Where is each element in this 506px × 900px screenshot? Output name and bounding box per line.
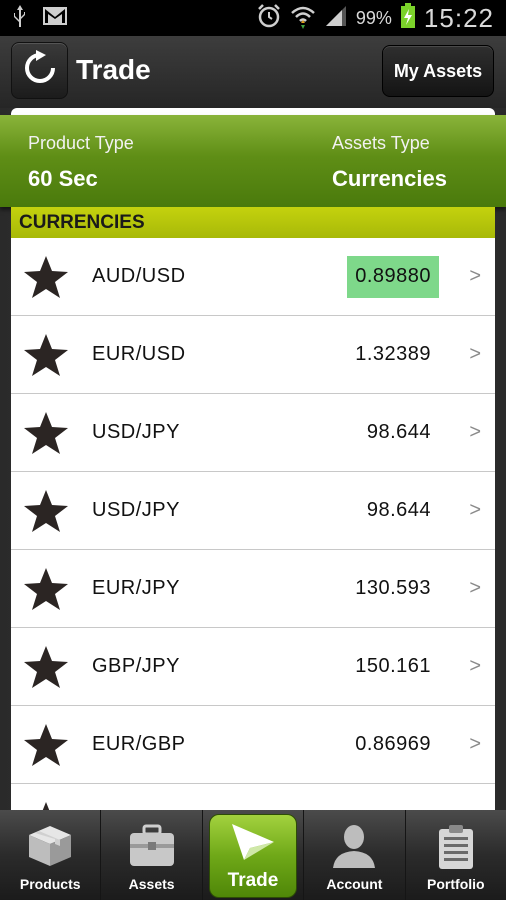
nav-label: Trade xyxy=(227,870,279,891)
paper-plane-icon xyxy=(230,822,276,867)
chevron-right-icon[interactable]: > xyxy=(469,343,481,366)
nav-label: Assets xyxy=(128,876,175,892)
refresh-button[interactable] xyxy=(11,42,68,99)
nav-products[interactable]: Products xyxy=(0,810,102,900)
asset-row[interactable]: EUR/GBP 0.86969 > xyxy=(11,706,495,784)
usb-icon xyxy=(12,4,28,33)
chevron-right-icon[interactable]: > xyxy=(469,577,481,600)
assets-type-value[interactable]: Currencies xyxy=(332,166,447,192)
app-header: Trade My Assets xyxy=(0,36,506,108)
asset-price: 0.86969 xyxy=(355,733,431,755)
chevron-right-icon[interactable]: > xyxy=(469,733,481,756)
box-icon xyxy=(27,824,73,873)
product-selector-panel: Product Type 60 Sec Assets Type Currenci… xyxy=(0,115,506,207)
star-icon[interactable] xyxy=(23,722,69,768)
status-time: 15:22 xyxy=(423,2,494,33)
asset-row[interactable]: AUD/USD 0.89880 > xyxy=(11,238,495,316)
asset-name: EUR/USD xyxy=(92,343,186,365)
chevron-right-icon[interactable]: > xyxy=(469,499,481,522)
nav-label: Portfolio xyxy=(427,876,485,892)
asset-list[interactable]: AUD/USD 0.89880 > EUR/USD 1.32389 > USD/… xyxy=(11,238,495,810)
nav-trade[interactable]: Trade xyxy=(203,810,305,900)
my-assets-button[interactable]: My Assets xyxy=(382,45,494,97)
asset-price: 0.89880 xyxy=(347,255,439,298)
product-type-value[interactable]: 60 Sec xyxy=(28,166,98,192)
star-icon[interactable] xyxy=(23,254,69,300)
chevron-right-icon[interactable]: > xyxy=(469,655,481,678)
product-type-label: Product Type xyxy=(28,133,134,153)
asset-name: USD/JPY xyxy=(92,421,180,443)
page-title: Trade xyxy=(76,54,151,85)
asset-name: GBP/JPY xyxy=(92,655,180,677)
assets-type-label: Assets Type xyxy=(332,133,430,153)
bottom-navigation: Products Assets Trade Account Portfolio xyxy=(0,810,506,900)
status-bar: 99% 15:22 xyxy=(0,0,506,36)
asset-row[interactable]: USD/JPY 98.644 > xyxy=(11,394,495,472)
asset-price: 98.644 xyxy=(366,421,431,443)
briefcase-icon xyxy=(128,824,176,873)
chevron-right-icon[interactable]: > xyxy=(469,421,481,444)
asset-name: AUD/USD xyxy=(92,265,186,287)
asset-row[interactable]: EUR/JPY 130.593 > xyxy=(11,550,495,628)
battery-charging-icon xyxy=(400,2,416,34)
signal-icon xyxy=(324,4,348,33)
asset-price: 130.593 xyxy=(355,577,431,599)
battery-percentage: 99% xyxy=(355,7,392,28)
star-icon[interactable] xyxy=(23,644,69,690)
star-icon[interactable] xyxy=(23,800,69,810)
nav-assets[interactable]: Assets xyxy=(101,810,203,900)
chevron-right-icon[interactable]: > xyxy=(469,265,481,288)
asset-price: 150.161 xyxy=(355,655,431,677)
gmail-icon xyxy=(42,6,68,31)
star-icon[interactable] xyxy=(23,488,69,534)
nav-label: Account xyxy=(326,876,383,892)
section-header: CURRENCIES xyxy=(11,207,495,238)
asset-price: 1.32389 xyxy=(355,343,431,365)
nav-label: Products xyxy=(19,876,81,892)
star-icon[interactable] xyxy=(23,566,69,612)
star-icon[interactable] xyxy=(23,332,69,378)
star-icon[interactable] xyxy=(23,410,69,456)
clipboard-icon xyxy=(436,824,476,875)
asset-name: EUR/GBP xyxy=(92,733,186,755)
asset-row[interactable]: EUR/USD 1.32389 > xyxy=(11,316,495,394)
nav-account[interactable]: Account xyxy=(304,810,406,900)
wifi-icon xyxy=(290,3,316,34)
asset-name: EUR/JPY xyxy=(92,577,180,599)
asset-name: USD/JPY xyxy=(92,499,180,521)
alarm-icon xyxy=(256,3,282,34)
person-icon xyxy=(331,824,377,875)
asset-row[interactable]: USD/JPY 98.644 > xyxy=(11,472,495,550)
nav-portfolio[interactable]: Portfolio xyxy=(406,810,506,900)
asset-row[interactable]: GBP/JPY 150.161 > xyxy=(11,628,495,706)
asset-price: 98.644 xyxy=(366,499,431,521)
asset-row-partial[interactable] xyxy=(11,784,495,810)
refresh-icon xyxy=(22,50,58,91)
